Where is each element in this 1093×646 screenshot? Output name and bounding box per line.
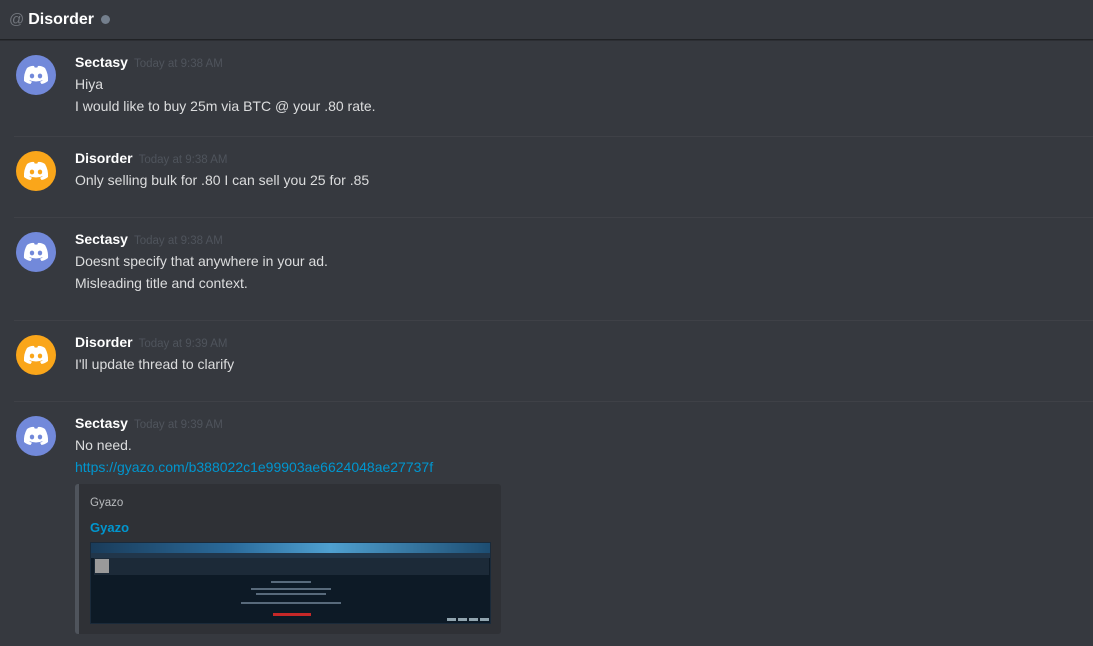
message-text: Hiya: [75, 76, 104, 92]
thumbnail-text: [251, 588, 331, 590]
discord-logo-icon: [23, 345, 49, 364]
message-text: Only selling bulk for .80 I can sell you…: [75, 172, 370, 188]
username[interactable]: Sectasy: [75, 231, 128, 247]
avatar[interactable]: [16, 416, 56, 456]
message-link[interactable]: https://gyazo.com/b388022c1e99903ae66240…: [75, 456, 1093, 478]
timestamp: Today at 9:39 AM: [138, 338, 228, 350]
thumbnail-post-header: [94, 558, 489, 575]
avatar[interactable]: [16, 232, 56, 272]
thumbnail-button: [447, 618, 456, 621]
discord-logo-icon: [23, 426, 49, 445]
discord-logo-icon: [23, 242, 49, 261]
thumbnail-red-text: [273, 613, 311, 616]
username[interactable]: Sectasy: [75, 54, 128, 70]
discord-logo-icon: [23, 65, 49, 84]
discord-logo-icon: [23, 161, 49, 180]
message-list[interactable]: Sectasy Today at 9:38 AM Hiya I would li…: [0, 41, 1093, 646]
message-group: Sectasy Today at 9:38 AM Doesnt specify …: [14, 218, 1093, 321]
thumbnail-text: [271, 581, 311, 583]
message-text: No need.: [75, 437, 132, 453]
message-group: Sectasy Today at 9:38 AM Hiya I would li…: [14, 41, 1093, 137]
thumbnail-button: [469, 618, 478, 621]
link-embed: Gyazo Gyazo: [75, 484, 501, 634]
username[interactable]: Sectasy: [75, 415, 128, 431]
message-text: Doesnt specify that anywhere in your ad.: [75, 253, 328, 269]
timestamp: Today at 9:38 AM: [138, 154, 228, 166]
channel-name[interactable]: Disorder: [28, 11, 94, 29]
thumbnail-button: [458, 618, 467, 621]
timestamp: Today at 9:39 AM: [133, 419, 223, 431]
channel-header: @ Disorder: [0, 0, 1093, 40]
thumbnail-avatar: [95, 559, 109, 573]
avatar[interactable]: [16, 151, 56, 191]
thumbnail-text: [256, 593, 326, 595]
avatar[interactable]: [16, 335, 56, 375]
message-text: I would like to buy 25m via BTC @ your .…: [75, 98, 376, 114]
message-group: Disorder Today at 9:38 AM Only selling b…: [14, 137, 1093, 218]
thumbnail-text: [241, 602, 341, 604]
timestamp: Today at 9:38 AM: [133, 58, 223, 70]
username[interactable]: Disorder: [75, 334, 133, 350]
message-group: Disorder Today at 9:39 AM I'll update th…: [14, 321, 1093, 402]
message-text: I'll update thread to clarify: [75, 356, 235, 372]
at-icon: @: [9, 11, 25, 28]
embed-thumbnail-image[interactable]: [90, 542, 491, 624]
message-text: Misleading title and context.: [75, 275, 248, 291]
offline-status-icon: [101, 15, 111, 24]
avatar[interactable]: [16, 55, 56, 95]
timestamp: Today at 9:38 AM: [133, 235, 223, 247]
thumbnail-button: [480, 618, 489, 621]
embed-title[interactable]: Gyazo: [90, 520, 129, 535]
message-group: Sectasy Today at 9:39 AM No need. https:…: [14, 402, 1093, 646]
embed-provider[interactable]: Gyazo: [90, 497, 123, 509]
username[interactable]: Disorder: [75, 150, 133, 166]
thumbnail-banner: [91, 543, 490, 553]
